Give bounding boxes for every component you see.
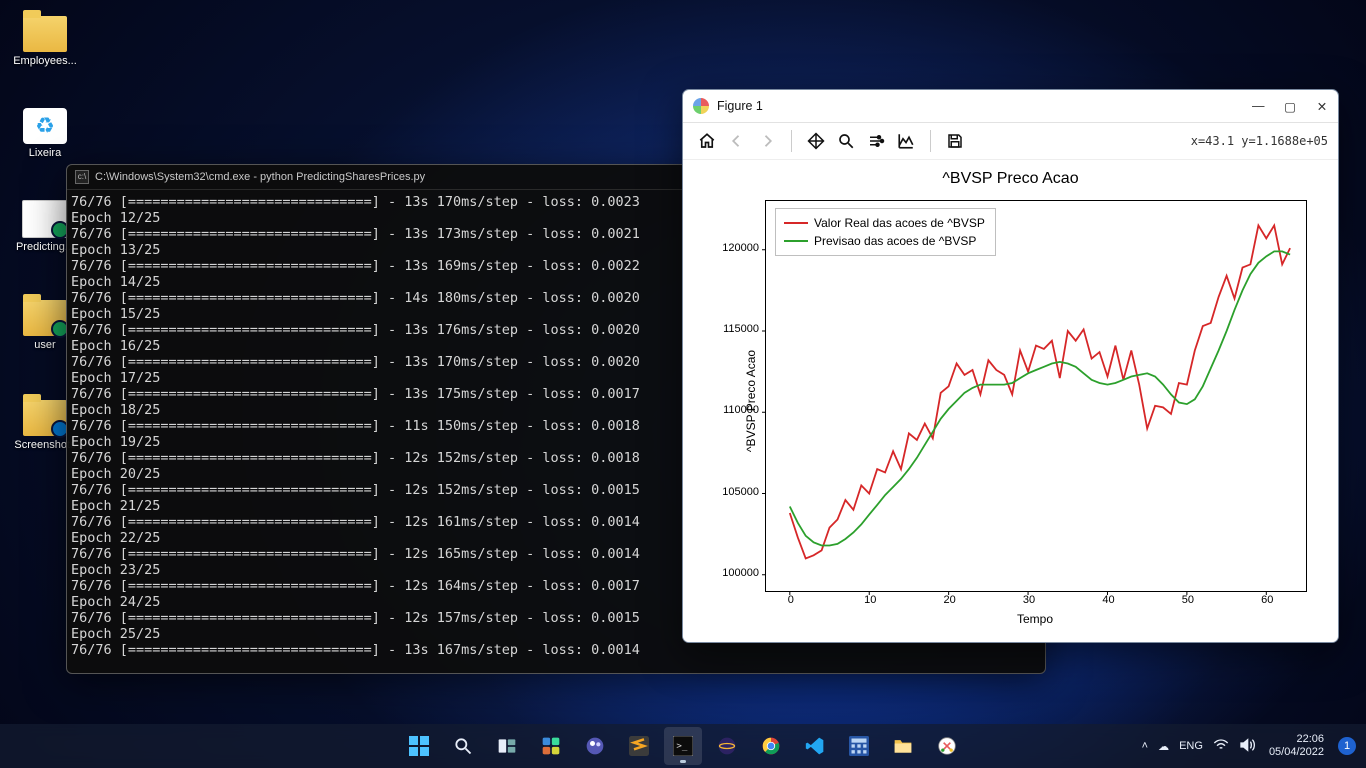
notification-badge[interactable]: 1 xyxy=(1338,737,1356,755)
folder-icon xyxy=(23,300,67,336)
clock-date: 05/04/2022 xyxy=(1269,746,1324,759)
taskbar-center: >_ xyxy=(400,727,966,765)
xtick: 60 xyxy=(1257,594,1277,606)
back-button[interactable] xyxy=(723,127,751,155)
zoom-button[interactable] xyxy=(832,127,860,155)
svg-text:>_: >_ xyxy=(676,741,688,752)
chrome[interactable] xyxy=(752,727,790,765)
recycle-icon xyxy=(23,108,67,144)
legend-swatch-real xyxy=(784,222,808,224)
wifi-icon[interactable] xyxy=(1213,739,1229,754)
icon-label: Employees... xyxy=(6,55,84,67)
legend-entry-real: Valor Real das acoes de ^BVSP xyxy=(814,216,985,230)
matplotlib-icon xyxy=(693,98,709,114)
maximize-button[interactable]: ▢ xyxy=(1284,99,1296,114)
folder-icon xyxy=(23,400,67,436)
chart-axes xyxy=(765,200,1307,592)
snip-tool[interactable] xyxy=(928,727,966,765)
desktop-icon-employees[interactable]: Employees... xyxy=(6,16,84,67)
xtick: 50 xyxy=(1178,594,1198,606)
plot-canvas[interactable]: ^BVSP Preco Acao ^BVSP Preco Acao Tempo … xyxy=(683,160,1338,642)
xtick: 20 xyxy=(940,594,960,606)
toolbar-separator xyxy=(930,130,931,152)
command-prompt[interactable]: >_ xyxy=(664,727,702,765)
legend-entry-pred: Previsao das acoes de ^BVSP xyxy=(814,234,976,248)
ytick: 120000 xyxy=(711,242,759,254)
figure-window-title: Figure 1 xyxy=(717,99,763,113)
ytick: 110000 xyxy=(711,404,759,416)
figure-toolbar: x=43.1 y=1.1688e+05 xyxy=(683,123,1338,160)
search-button[interactable] xyxy=(444,727,482,765)
cmd-icon: c:\ xyxy=(75,170,89,184)
teams-button[interactable] xyxy=(576,727,614,765)
ytick: 105000 xyxy=(711,486,759,498)
onedrive-tray-icon[interactable]: ☁ xyxy=(1158,740,1169,753)
xtick: 40 xyxy=(1098,594,1118,606)
toolbar-separator xyxy=(791,130,792,152)
document-icon xyxy=(22,200,68,238)
forward-button[interactable] xyxy=(753,127,781,155)
vscode[interactable] xyxy=(796,727,834,765)
close-button[interactable]: ✕ xyxy=(1316,99,1328,114)
icon-label: Lixeira xyxy=(6,147,84,159)
subplots-button[interactable] xyxy=(862,127,890,155)
file-explorer[interactable] xyxy=(884,727,922,765)
save-button[interactable] xyxy=(941,127,969,155)
xtick: 0 xyxy=(781,594,801,606)
cursor-coordinates: x=43.1 y=1.1688e+05 xyxy=(1191,134,1328,148)
xtick: 10 xyxy=(860,594,880,606)
calculator[interactable] xyxy=(840,727,878,765)
chart-legend: Valor Real das acoes de ^BVSP Previsao d… xyxy=(775,208,996,256)
tray-chevron-icon[interactable]: ˄ xyxy=(1142,740,1148,752)
language-indicator[interactable]: ENG xyxy=(1179,740,1203,752)
edit-axes-button[interactable] xyxy=(892,127,920,155)
pan-button[interactable] xyxy=(802,127,830,155)
minimize-button[interactable]: ― xyxy=(1252,99,1264,114)
cmd-title: C:\Windows\System32\cmd.exe - python Pre… xyxy=(95,171,425,183)
sound-icon[interactable] xyxy=(1239,738,1255,755)
figure-titlebar[interactable]: Figure 1 ― ▢ ✕ xyxy=(683,90,1338,123)
clock-time: 22:06 xyxy=(1269,733,1324,746)
sublime-text[interactable] xyxy=(620,727,658,765)
desktop-icon-recycle-bin[interactable]: Lixeira xyxy=(6,108,84,159)
chart-title: ^BVSP Preco Acao xyxy=(683,170,1338,188)
chart-ylabel: ^BVSP Preco Acao xyxy=(744,350,758,452)
taskbar-clock[interactable]: 22:06 05/04/2022 xyxy=(1269,733,1324,759)
ytick: 115000 xyxy=(711,323,759,335)
start-button[interactable] xyxy=(400,727,438,765)
folder-icon xyxy=(23,16,67,52)
home-button[interactable] xyxy=(693,127,721,155)
system-tray: ˄ ☁ ENG 22:06 05/04/2022 1 xyxy=(1142,733,1356,759)
eclipse[interactable] xyxy=(708,727,746,765)
widgets-button[interactable] xyxy=(532,727,570,765)
chart-lines xyxy=(766,201,1306,591)
xtick: 30 xyxy=(1019,594,1039,606)
chart-xlabel: Tempo xyxy=(765,612,1305,626)
matplotlib-window[interactable]: Figure 1 ― ▢ ✕ x=43.1 y=1.1688e+05 ^BVSP… xyxy=(682,89,1339,643)
taskbar: >_ ˄ ☁ ENG 22:06 05/04/2022 1 xyxy=(0,724,1366,768)
ytick: 100000 xyxy=(711,567,759,579)
task-view-button[interactable] xyxy=(488,727,526,765)
legend-swatch-pred xyxy=(784,240,808,242)
